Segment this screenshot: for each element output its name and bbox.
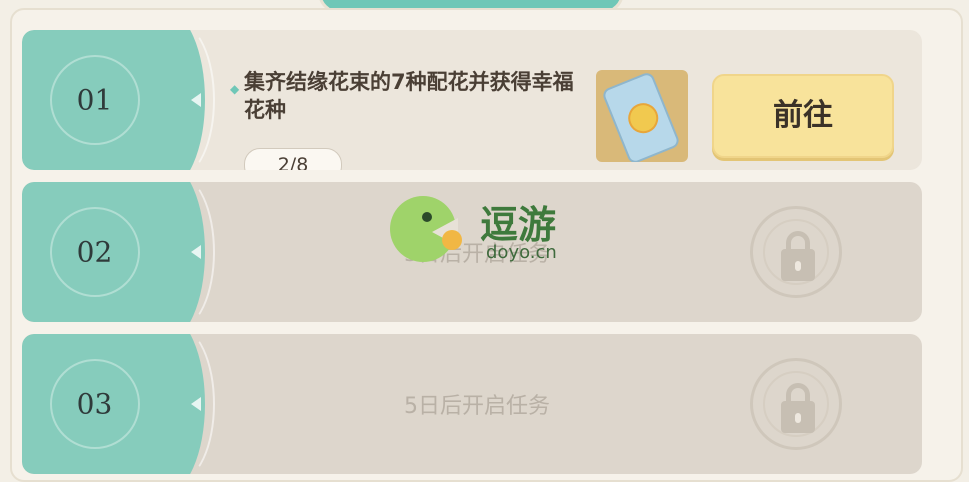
watermark-logo-icon xyxy=(390,196,462,262)
badge-pointer-icon xyxy=(191,397,201,411)
task-title: 集齐结缘花束的7种配花并获得幸福花种 xyxy=(244,70,574,122)
seed-bag-graphic xyxy=(600,70,682,162)
lock-icon xyxy=(750,358,842,450)
badge-pointer-icon xyxy=(191,245,201,259)
flower-seed-bag-icon[interactable] xyxy=(596,70,688,162)
badge-pointer-icon xyxy=(191,93,201,107)
task-number: 02 xyxy=(76,235,113,269)
watermark-name: 逗游 xyxy=(480,203,557,247)
lock-icon xyxy=(750,206,842,298)
task-row-01: 01 ◆ 集齐结缘花束的7种配花并获得幸福花种 2/8 前往 xyxy=(22,30,922,170)
go-button[interactable]: 前往 xyxy=(712,74,894,158)
task-progress: 2/8 xyxy=(244,148,342,170)
watermark-domain: doyo.cn xyxy=(486,242,557,263)
locked-task-text: 5日后开启任务 xyxy=(404,394,550,419)
task-number: 01 xyxy=(76,83,113,117)
task-number: 03 xyxy=(76,387,113,421)
watermark: 逗游 doyo.cn xyxy=(390,188,590,274)
task-row-03: 03 5日后开启任务 xyxy=(22,334,922,474)
bullet-icon: ◆ xyxy=(230,82,240,96)
